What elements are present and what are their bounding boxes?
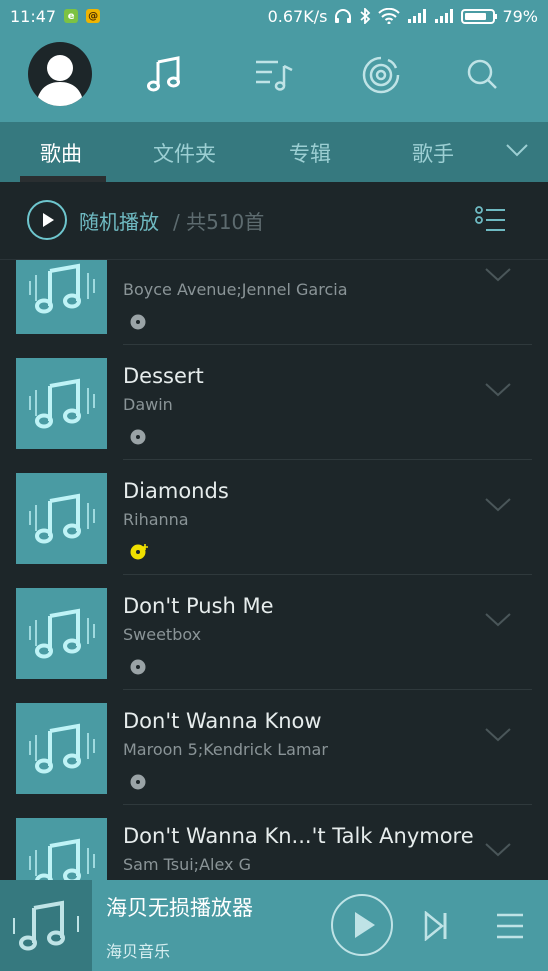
song-row[interactable]: Don't Wanna Kn...'t Talk Anymore Sam Tsu… — [0, 805, 548, 880]
song-cover — [16, 358, 107, 449]
shuffle-play-label[interactable]: 随机播放 — [79, 206, 159, 235]
song-artist: Sam Tsui;Alex G — [123, 855, 251, 874]
song-cover — [16, 588, 107, 679]
browser-notification-icon: e — [64, 9, 79, 23]
battery-percent: 79% — [502, 6, 538, 26]
song-row[interactable]: Don't Wanna Know Maroon 5;Kendrick Lamar — [0, 690, 548, 805]
song-title: Don't Wanna Kn...'t Talk Anymore — [123, 824, 474, 848]
song-title: Dessert — [123, 364, 204, 388]
song-row[interactable]: Don't Push Me Sweetbox — [0, 575, 548, 690]
chevron-down-icon[interactable] — [484, 610, 512, 630]
music-note-cover-icon — [29, 263, 95, 314]
chevron-down-icon[interactable] — [484, 380, 512, 400]
song-title: Don't Push Me — [123, 594, 274, 618]
play-queue-icon[interactable] — [496, 911, 524, 941]
song-row[interactable]: Diamonds Rihanna — [0, 460, 548, 575]
music-note-cover-icon — [29, 723, 95, 774]
battery-icon — [461, 8, 498, 24]
song-artist: Boyce Avenue;Jennel Garcia — [123, 280, 348, 299]
wifi-icon — [378, 8, 401, 24]
signal-icon-1 — [408, 9, 427, 23]
disc-plus-icon — [130, 544, 148, 560]
song-artist: Sweetbox — [123, 625, 202, 644]
disc-icon — [130, 774, 146, 790]
chevron-down-icon[interactable] — [484, 265, 512, 285]
chevron-down-icon[interactable] — [484, 495, 512, 515]
top-nav — [0, 32, 548, 122]
network-speed: 0.67K/s — [267, 6, 328, 26]
tab-songs[interactable]: 歌曲 — [40, 138, 82, 168]
app-notification-icon: @ — [86, 9, 101, 23]
shuffle-play-button[interactable] — [27, 200, 67, 240]
play-icon — [355, 912, 375, 938]
headphone-icon — [335, 9, 352, 23]
song-title: Don't Wanna Know — [123, 709, 322, 733]
disc-icon — [130, 429, 146, 445]
search-icon[interactable] — [462, 54, 502, 94]
disc-icon — [130, 659, 146, 675]
song-artist: Rihanna — [123, 510, 189, 529]
play-button[interactable] — [331, 894, 393, 956]
song-cover — [16, 473, 107, 564]
next-track-icon[interactable] — [424, 911, 448, 941]
song-list: Boyce Avenue;Jennel Garcia Dessert Dawin… — [0, 260, 548, 880]
list-options-icon[interactable] — [475, 206, 507, 234]
profile-avatar[interactable] — [28, 42, 92, 106]
song-cover — [16, 260, 107, 334]
now-playing-cover[interactable] — [0, 880, 92, 971]
shuffle-play-row: 随机播放 / 共510首 — [0, 182, 548, 260]
music-note-cover-icon — [29, 608, 95, 659]
tab-artists[interactable]: 歌手 — [412, 138, 454, 168]
playlist-icon[interactable] — [254, 54, 294, 94]
song-row[interactable]: Boyce Avenue;Jennel Garcia — [0, 260, 548, 345]
music-note-cover-icon — [29, 838, 95, 880]
chevron-down-icon[interactable] — [484, 840, 512, 860]
status-time: 11:47 — [10, 6, 57, 26]
user-icon — [36, 55, 84, 106]
song-cover — [16, 703, 107, 794]
song-count: / 共510首 — [173, 210, 265, 234]
tabs-expand-chevron-icon[interactable] — [505, 142, 529, 158]
status-bar: 11:47 e @ 0.67K/s 79% — [0, 0, 548, 32]
now-playing-bar[interactable]: 海贝无损播放器 海贝音乐 — [0, 880, 548, 971]
song-cover — [16, 818, 107, 880]
song-artist: Maroon 5;Kendrick Lamar — [123, 740, 328, 759]
music-note-cover-icon — [13, 900, 79, 951]
music-note-icon[interactable] — [145, 54, 185, 94]
tab-folders[interactable]: 文件夹 — [153, 138, 216, 168]
signal-icon-2 — [435, 9, 454, 23]
play-icon — [43, 213, 54, 227]
music-note-cover-icon — [29, 493, 95, 544]
radio-icon[interactable] — [362, 54, 402, 94]
song-artist: Dawin — [123, 395, 173, 414]
music-note-cover-icon — [29, 378, 95, 429]
now-playing-title: 海贝无损播放器 — [106, 896, 253, 920]
song-row[interactable]: Dessert Dawin — [0, 345, 548, 460]
song-title: Diamonds — [123, 479, 229, 503]
now-playing-artist: 海贝音乐 — [106, 942, 171, 961]
category-tabs: 歌曲 文件夹 专辑 歌手 — [0, 122, 548, 182]
tab-albums[interactable]: 专辑 — [289, 138, 331, 168]
bluetooth-icon — [360, 8, 371, 24]
disc-icon — [130, 314, 146, 330]
chevron-down-icon[interactable] — [484, 725, 512, 745]
